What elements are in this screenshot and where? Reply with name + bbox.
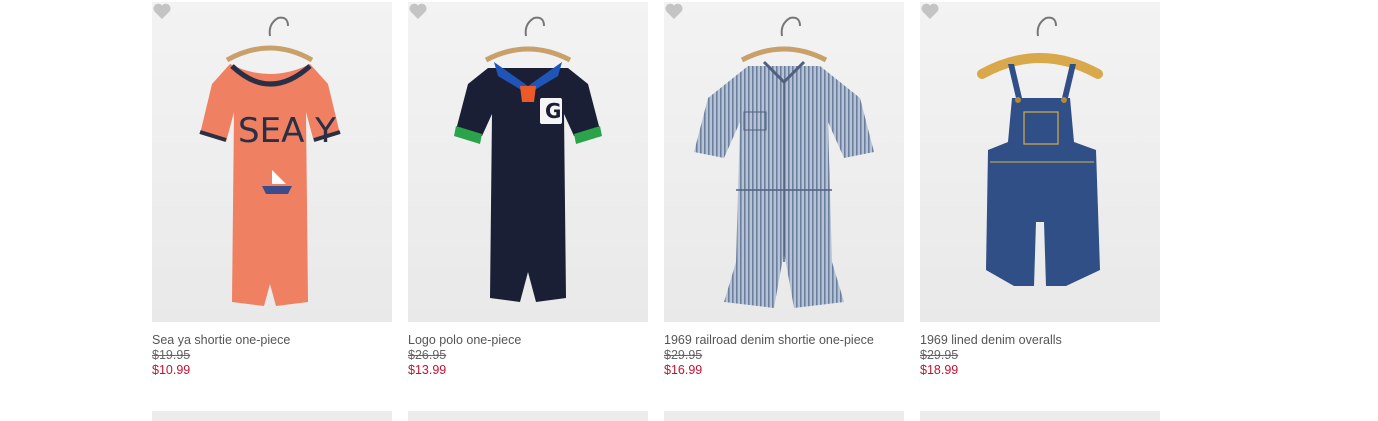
heart-icon[interactable] [920, 2, 940, 20]
sale-price: $13.99 [408, 363, 447, 377]
product-card[interactable]: G Logo polo one-piece $26.95 $13.99 [408, 2, 648, 378]
product-image[interactable] [920, 2, 1160, 322]
product-image-placeholder[interactable] [408, 411, 648, 421]
product-image-placeholder[interactable] [920, 411, 1160, 421]
sale-price: $18.99 [920, 363, 959, 377]
product-name-link[interactable]: 1969 lined denim overalls [920, 333, 1160, 348]
heart-icon[interactable] [408, 2, 428, 20]
product-card[interactable]: SEA Y Sea ya shortie one-piece $19.95 $1… [152, 2, 392, 378]
product-image[interactable] [664, 2, 904, 322]
original-price: $29.95 [664, 348, 703, 362]
product-image-placeholder[interactable] [152, 411, 392, 421]
image-print-text: G [545, 99, 561, 123]
railroad-romper-illustration [694, 16, 874, 308]
romper-illustration: SEA Y [199, 16, 341, 306]
heart-icon[interactable] [664, 2, 684, 20]
product-card[interactable]: 1969 railroad denim shortie one-piece $2… [664, 2, 904, 378]
overalls-illustration [977, 16, 1103, 286]
heart-icon[interactable] [152, 2, 172, 20]
product-name-link[interactable]: Logo polo one-piece [408, 333, 648, 348]
original-price: $26.95 [408, 348, 447, 362]
original-price: $19.95 [152, 348, 191, 362]
product-name-link[interactable]: Sea ya shortie one-piece [152, 333, 392, 348]
sale-price: $16.99 [664, 363, 703, 377]
original-price: $29.95 [920, 348, 959, 362]
sale-price: $10.99 [152, 363, 191, 377]
product-name-link[interactable]: 1969 railroad denim shortie one-piece [664, 333, 904, 348]
product-image[interactable]: SEA Y [152, 2, 392, 322]
product-image-placeholder[interactable] [664, 411, 904, 421]
image-print-text: SEA Y [238, 111, 336, 151]
polo-romper-illustration: G [454, 16, 602, 302]
product-card[interactable]: 1969 lined denim overalls $29.95 $18.99 [920, 2, 1160, 378]
product-image[interactable]: G [408, 2, 648, 322]
